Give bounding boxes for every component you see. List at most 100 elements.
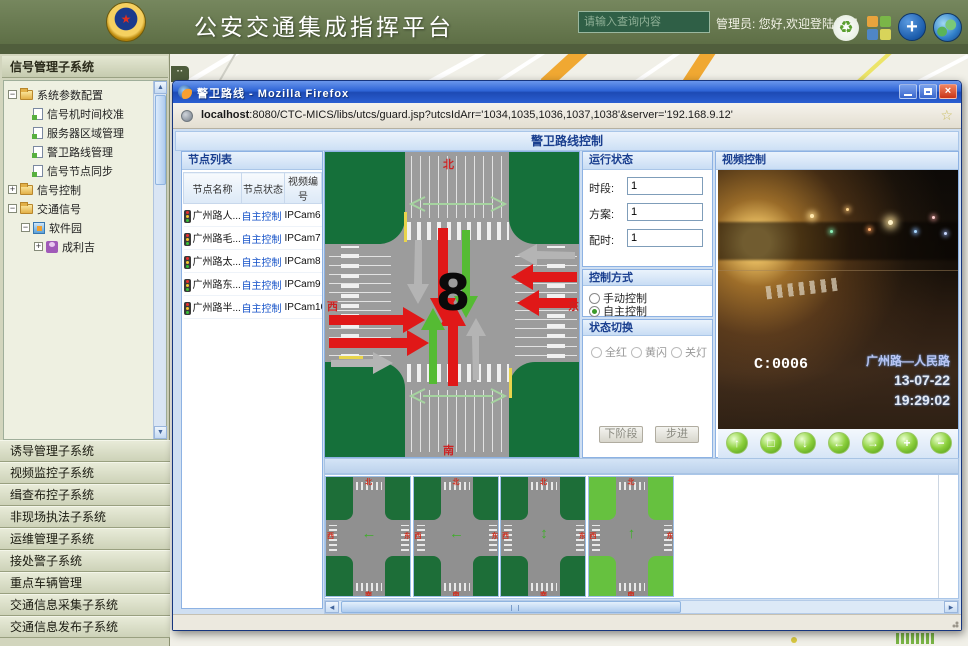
camera-video-feed: C:0006 广州路—人民路 13-07-22 19:29:02 (718, 170, 958, 429)
route-node-thumbnail[interactable]: 北 南 西 东 ↕ (500, 476, 586, 597)
col-node-status[interactable]: 节点状态 (242, 173, 285, 204)
tree-item-8[interactable]: + 成利吉 (6, 237, 150, 256)
tree-item-6[interactable]: − 交通信号 (6, 199, 150, 218)
tree-expander[interactable]: − (8, 90, 17, 99)
sidebar-menu-item[interactable]: 交通信息采集子系统 (0, 594, 170, 616)
bookmark-star-icon[interactable]: ☆ (940, 107, 953, 124)
thumb-dir-south: 南 (365, 590, 372, 597)
tree-item-0[interactable]: − 系统参数配置 (6, 85, 150, 104)
node-name: 广州路毛... (193, 234, 241, 245)
sidebar-menu-item[interactable]: 非现场执法子系统 (0, 506, 170, 528)
tree-item-1[interactable]: 信号机时间校准 (6, 104, 150, 123)
route-node-thumbnail[interactable]: 北 南 西 东 ← (325, 476, 411, 597)
scroll-left-icon[interactable]: ◂ (325, 601, 339, 613)
map-globe-icon[interactable] (933, 13, 962, 42)
sidebar-menu-item-label: 交通信息采集子系统 (10, 598, 118, 612)
col-node-name[interactable]: 节点名称 (184, 173, 242, 204)
thumbnails-scrollbar[interactable]: ◂ ▸ (324, 600, 959, 614)
camera-location-overlay: 广州路—人民路 (866, 352, 950, 369)
col-video-id[interactable]: 视频编号 (285, 173, 322, 204)
sidebar-menu: 诱导管理子系统 视频监控子系统 缉查布控子系统 非现场执法子系统 运维管理子系统… (0, 440, 170, 638)
ptz-left-button[interactable]: ← (828, 432, 850, 454)
route-node-thumbnail[interactable]: 北 南 西 东 ← (413, 476, 499, 597)
scroll-down-icon[interactable]: ▼ (154, 426, 167, 439)
search-input[interactable] (578, 11, 710, 33)
tree-expander[interactable]: + (34, 242, 43, 251)
table-row[interactable]: 广州路半... 自主控制 IPCam10 (184, 296, 322, 319)
radio-label: 黄闪 (645, 347, 667, 359)
url-text[interactable]: localhost:8080/CTC-MICS/libs/utcs/guard.… (201, 109, 733, 121)
field-input[interactable] (627, 229, 703, 247)
table-row[interactable]: 广州路东... 自主控制 IPCam9 (184, 273, 322, 296)
radio-icon[interactable] (591, 347, 602, 358)
radio-option[interactable]: 黄闪 (631, 344, 667, 360)
tree-expander[interactable]: − (21, 223, 30, 232)
ptz-stop-button[interactable]: □ (760, 432, 782, 454)
url-host: localhost (201, 109, 249, 121)
sidebar-menu-item[interactable]: 重点车辆管理 (0, 572, 170, 594)
route-node-thumbnail[interactable]: 北 南 西 东 ↑ (588, 476, 674, 597)
tree-item-2[interactable]: 服务器区域管理 (6, 123, 150, 142)
sidebar-menu-item-label: 非现场执法子系统 (10, 510, 106, 524)
signal-countdown: 8 (425, 264, 481, 322)
tree-icon (33, 146, 43, 158)
sidebar-menu-item[interactable]: 诱导管理子系统 (0, 440, 170, 462)
window-titlebar[interactable]: 警卫路线 - Mozilla Firefox × (173, 81, 961, 103)
tree-item-4[interactable]: 信号节点同步 (6, 161, 150, 180)
radio-icon[interactable] (631, 347, 642, 358)
add-icon[interactable]: + (898, 13, 926, 41)
table-row[interactable]: 广州路毛... 自主控制 IPCam7 (184, 227, 322, 250)
sidebar-menu-item-label: 接处警子系统 (10, 554, 82, 568)
tree-expander[interactable]: − (8, 204, 17, 213)
node-list-title: 节点列表 (182, 152, 322, 170)
tree-item-7[interactable]: − 软件园 (6, 218, 150, 237)
table-row[interactable]: 广州路太... 自主控制 IPCam8 (184, 250, 322, 273)
ptz-right-button[interactable]: → (862, 432, 884, 454)
ptz-up-button[interactable]: ↑ (726, 432, 748, 454)
tree-scrollbar-thumb[interactable] (155, 95, 166, 185)
tree-item-5[interactable]: + 信号控制 (6, 180, 150, 199)
radio-icon[interactable] (671, 347, 682, 358)
ptz-zoom-out-button[interactable]: − (930, 432, 952, 454)
sidebar-menu-item[interactable]: 视频监控子系统 (0, 462, 170, 484)
sidebar-menu-item[interactable]: 接处警子系统 (0, 550, 170, 572)
apps-grid-icon[interactable] (867, 16, 891, 40)
node-video-id: IPCam10 (285, 296, 322, 319)
minimize-button[interactable] (899, 84, 917, 99)
radio-option[interactable]: 自主控制 (589, 303, 647, 319)
sidebar-menu-item[interactable]: 交通信息发布子系统 (0, 616, 170, 638)
sidebar-menu-item-label: 视频监控子系统 (10, 466, 94, 480)
radio-option[interactable]: 全红 (591, 344, 627, 360)
scrollbar-thumb[interactable] (341, 601, 681, 613)
radio-icon[interactable] (589, 306, 600, 317)
thumb-dir-east: 东 (579, 531, 586, 541)
table-row[interactable]: 广州路人... 自主控制 IPCam6 (184, 204, 322, 227)
field-label: 方案: (589, 209, 614, 221)
sidebar-menu-item[interactable]: 运维管理子系统 (0, 528, 170, 550)
sidebar-header-signal-subsystem[interactable]: 信号管理子系统 (2, 56, 168, 78)
field-label: 时段: (589, 183, 614, 195)
radio-option[interactable]: 关灯 (671, 344, 707, 360)
dir-label-east: 东 (568, 298, 579, 314)
url-bar[interactable]: localhost:8080/CTC-MICS/libs/utcs/guard.… (173, 103, 961, 129)
node-video-id: IPCam8 (285, 250, 322, 273)
phase-button[interactable]: 步进 (655, 426, 699, 443)
phase-button[interactable]: 下阶段 (599, 426, 643, 443)
resize-grip[interactable] (949, 618, 959, 628)
maximize-button[interactable] (919, 84, 937, 99)
ptz-zoom-in-button[interactable]: + (896, 432, 918, 454)
refresh-icon[interactable]: ♻ (833, 15, 859, 41)
window-statusbar (173, 614, 961, 630)
tree-item-3[interactable]: 警卫路线管理 (6, 142, 150, 161)
tree-expander[interactable]: + (8, 185, 17, 194)
scroll-up-icon[interactable]: ▲ (154, 81, 167, 94)
run-status-title: 运行状态 (583, 152, 712, 170)
sidebar-menu-item[interactable]: 缉查布控子系统 (0, 484, 170, 506)
tree-scrollbar[interactable]: ▲ ▼ (153, 81, 166, 439)
tree-item-label: 信号控制 (37, 182, 81, 198)
close-button[interactable]: × (939, 84, 957, 99)
field-input[interactable] (627, 177, 703, 195)
scroll-right-icon[interactable]: ▸ (944, 601, 958, 613)
field-input[interactable] (627, 203, 703, 221)
ptz-down-button[interactable]: ↓ (794, 432, 816, 454)
